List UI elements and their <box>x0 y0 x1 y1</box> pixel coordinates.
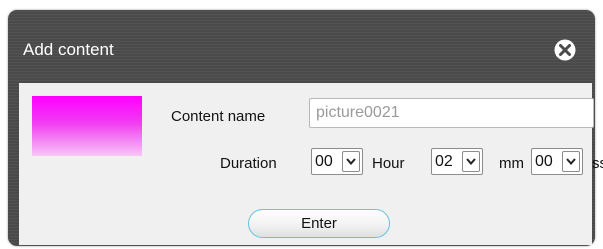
content-preview-thumbnail <box>32 96 142 156</box>
duration-label: Duration <box>220 155 277 172</box>
minute-unit-label: mm <box>499 155 524 172</box>
second-unit-label: ss <box>592 155 603 172</box>
hour-select[interactable]: 00 <box>311 148 363 175</box>
content-panel: Content name Duration 00 Hour 02 mm 00 s… <box>19 83 603 245</box>
content-name-label: Content name <box>171 108 266 125</box>
hour-select-value: 00 <box>315 152 333 170</box>
hour-unit-label: Hour <box>372 155 405 172</box>
chevron-down-icon[interactable] <box>342 151 360 172</box>
content-name-input[interactable] <box>309 98 594 128</box>
chevron-down-icon[interactable] <box>462 151 480 172</box>
enter-button[interactable]: Enter <box>248 209 390 238</box>
minute-select[interactable]: 02 <box>431 148 483 175</box>
add-content-dialog: Add content Content name Duration 00 Hou… <box>8 10 603 246</box>
second-select-value: 00 <box>535 152 553 170</box>
chevron-down-icon[interactable] <box>562 151 580 172</box>
close-icon[interactable] <box>553 38 577 62</box>
minute-select-value: 02 <box>435 152 453 170</box>
second-select[interactable]: 00 <box>531 148 583 175</box>
dialog-title: Add content <box>23 40 114 59</box>
